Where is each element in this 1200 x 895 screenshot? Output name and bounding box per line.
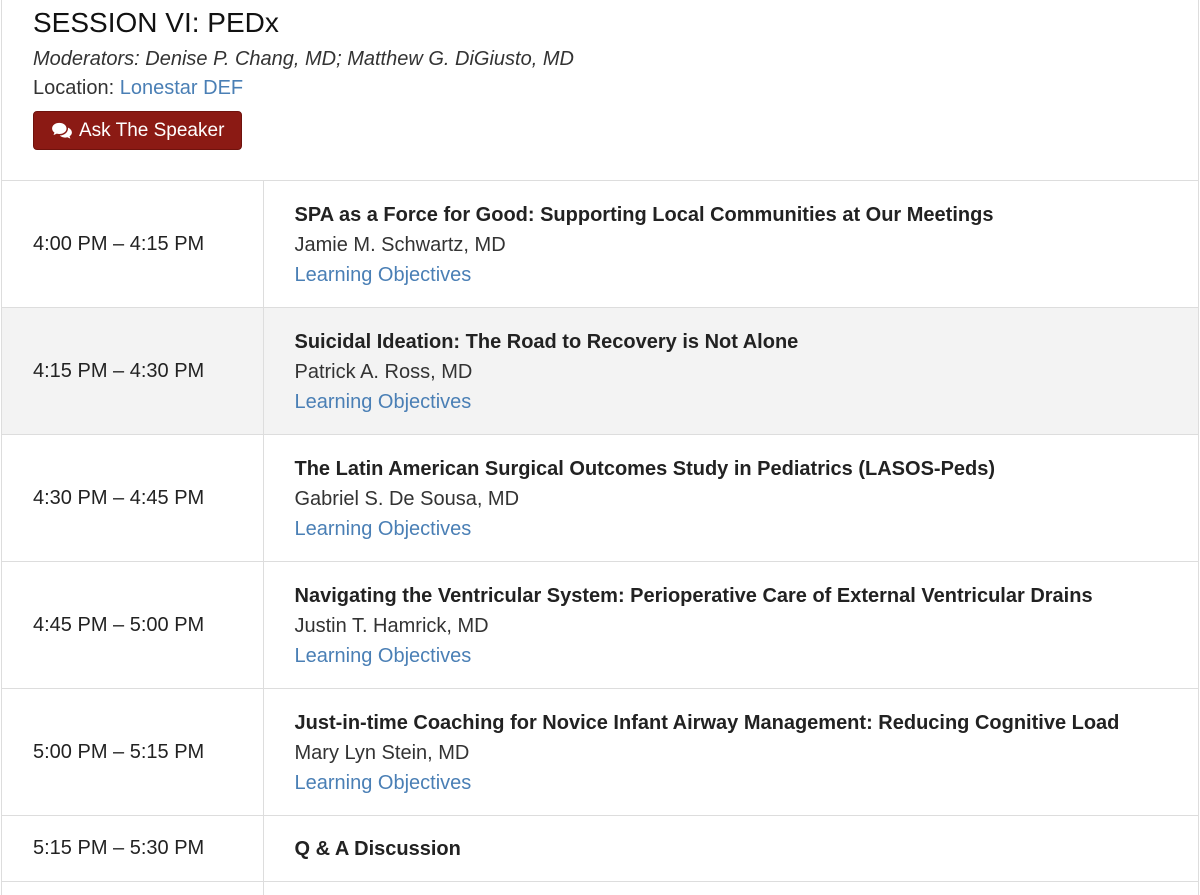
session-location: Location: Lonestar DEF bbox=[33, 76, 1198, 100]
time-slot: 4:45 PM – 5:00 PM bbox=[2, 561, 264, 689]
schedule-table: 4:00 PM – 4:15 PM SPA as a Force for Goo… bbox=[2, 180, 1198, 895]
schedule-row: 4:15 PM – 4:30 PM Suicidal Ideation: The… bbox=[2, 307, 1198, 435]
empty-cell bbox=[263, 881, 1198, 895]
time-slot: 5:15 PM – 5:30 PM bbox=[2, 815, 264, 882]
learning-objectives-link[interactable]: Learning Objectives bbox=[295, 387, 472, 417]
learning-objectives-link[interactable]: Learning Objectives bbox=[295, 514, 472, 544]
session-panel: SESSION VI: PEDx Moderators: Denise P. C… bbox=[1, 0, 1199, 895]
location-label: Location: bbox=[33, 77, 115, 99]
schedule-row: 5:00 PM – 5:15 PM Just-in-time Coaching … bbox=[2, 688, 1198, 816]
learning-objectives-link[interactable]: Learning Objectives bbox=[295, 260, 472, 290]
schedule-row: 4:00 PM – 4:15 PM SPA as a Force for Goo… bbox=[2, 180, 1198, 308]
talk-cell: Suicidal Ideation: The Road to Recovery … bbox=[263, 307, 1198, 435]
session-header: SESSION VI: PEDx Moderators: Denise P. C… bbox=[2, 0, 1198, 180]
location-link[interactable]: Lonestar DEF bbox=[120, 77, 243, 99]
session-moderators: Moderators: Denise P. Chang, MD; Matthew… bbox=[33, 48, 574, 70]
learning-objectives-link[interactable]: Learning Objectives bbox=[295, 768, 472, 798]
ask-the-speaker-button[interactable]: Ask The Speaker bbox=[33, 111, 243, 150]
talk-speaker: Gabriel S. De Sousa, MD bbox=[294, 487, 520, 510]
time-slot: 4:00 PM – 4:15 PM bbox=[2, 180, 264, 308]
talk-title: The Latin American Surgical Outcomes Stu… bbox=[294, 457, 996, 480]
time-slot: 4:15 PM – 4:30 PM bbox=[2, 307, 264, 435]
schedule-row: 5:15 PM – 5:30 PM Q & A Discussion bbox=[2, 815, 1198, 882]
learning-objectives-link[interactable]: Learning Objectives bbox=[295, 641, 472, 671]
talk-cell: The Latin American Surgical Outcomes Stu… bbox=[263, 434, 1198, 562]
talk-speaker: Mary Lyn Stein, MD bbox=[294, 741, 470, 764]
session-title: SESSION VI: PEDx bbox=[33, 7, 279, 38]
schedule-row: 4:30 PM – 4:45 PM The Latin American Sur… bbox=[2, 434, 1198, 562]
time-slot: 4:30 PM – 4:45 PM bbox=[2, 434, 264, 562]
talk-cell: SPA as a Force for Good: Supporting Loca… bbox=[263, 180, 1198, 308]
ask-button-label: Ask The Speaker bbox=[79, 119, 225, 141]
talk-cell: Just-in-time Coaching for Novice Infant … bbox=[263, 688, 1198, 816]
talk-title: Suicidal Ideation: The Road to Recovery … bbox=[294, 330, 799, 353]
schedule-row-spacer bbox=[2, 881, 1198, 895]
talk-title: SPA as a Force for Good: Supporting Loca… bbox=[294, 203, 994, 226]
talk-title: Just-in-time Coaching for Novice Infant … bbox=[294, 711, 1120, 734]
talk-title: Q & A Discussion bbox=[294, 838, 461, 860]
talk-speaker: Justin T. Hamrick, MD bbox=[294, 614, 489, 637]
talk-cell: Q & A Discussion bbox=[263, 815, 1198, 882]
time-slot: 5:00 PM – 5:15 PM bbox=[2, 688, 264, 816]
comments-icon bbox=[52, 122, 72, 139]
empty-cell bbox=[2, 881, 264, 895]
schedule-row: 4:45 PM – 5:00 PM Navigating the Ventric… bbox=[2, 561, 1198, 689]
talk-title: Navigating the Ventricular System: Perio… bbox=[294, 584, 1093, 607]
talk-speaker: Jamie M. Schwartz, MD bbox=[294, 233, 506, 256]
talk-speaker: Patrick A. Ross, MD bbox=[294, 360, 473, 383]
talk-cell: Navigating the Ventricular System: Perio… bbox=[263, 561, 1198, 689]
